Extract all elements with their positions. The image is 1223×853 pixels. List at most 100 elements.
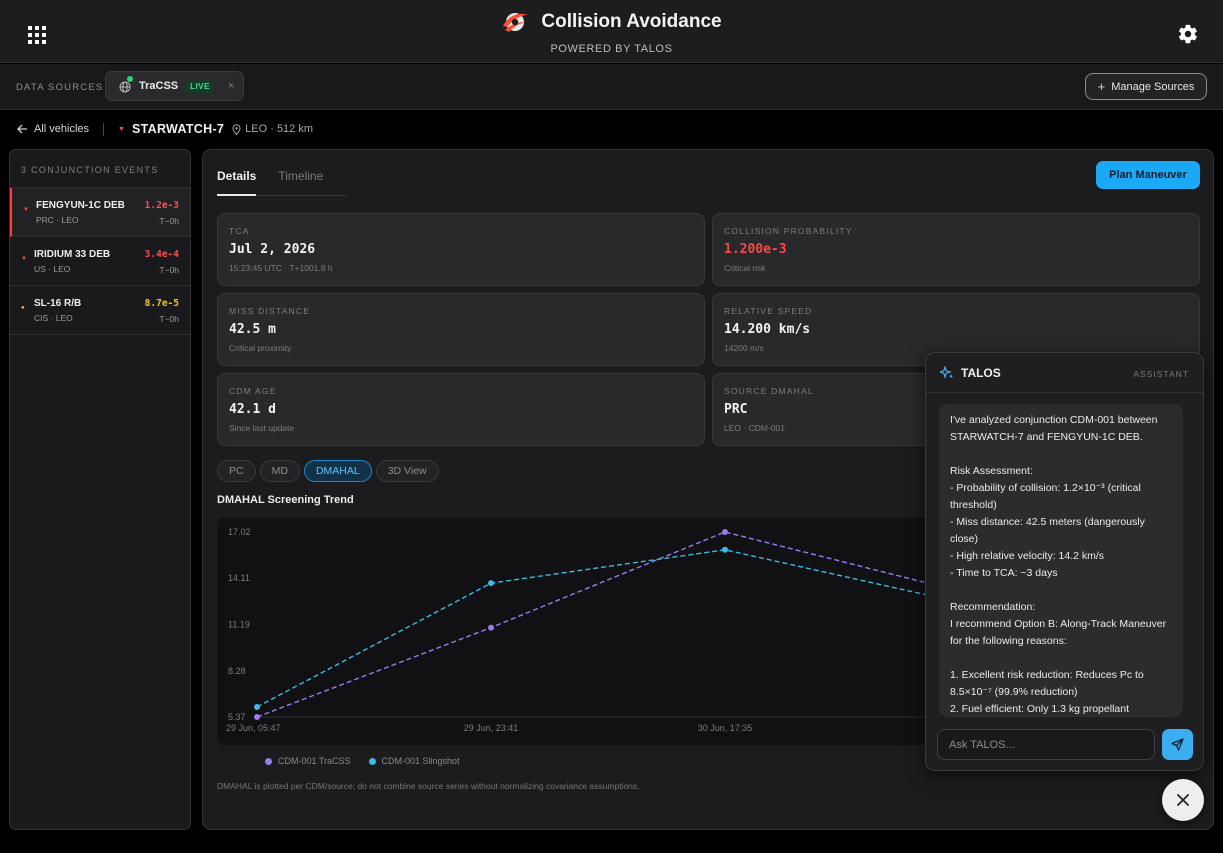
- y-tick-label: 14.11: [228, 573, 250, 583]
- close-assistant-button[interactable]: [1162, 779, 1204, 821]
- event-time: T−0h: [159, 265, 179, 275]
- arrow-left-icon: [17, 124, 27, 134]
- pill-dmahal[interactable]: DMAHAL: [303, 460, 372, 482]
- data-point[interactable]: [488, 624, 494, 631]
- miss-sub: Critical proximity: [229, 343, 292, 353]
- conjunction-events-panel: 3 CONJUNCTION EVENTS ▼ FENGYUN-1C DEB PRC …: [9, 149, 191, 830]
- miss-label: MISS DISTANCE: [229, 306, 311, 316]
- send-icon: [1171, 738, 1184, 751]
- source-name: TraCSS: [139, 80, 179, 92]
- series-line-1: [256, 549, 960, 708]
- chart-legend: CDM-001 TraCSS CDM-001 Slingshot: [265, 756, 460, 766]
- tab-bar: Details Timeline: [217, 169, 347, 196]
- location-pin-icon: [232, 123, 241, 135]
- conjunction-event-item[interactable]: ▼ IRIDIUM 33 DEB US · LEO 3.4e-4 T−0h: [10, 237, 190, 286]
- ask-talos-input[interactable]: [937, 729, 1155, 760]
- plan-maneuver-button[interactable]: Plan Maneuver: [1096, 161, 1200, 189]
- conjunction-event-item[interactable]: ▼ FENGYUN-1C DEB PRC · LEO 1.2e-3 T−0h: [10, 188, 190, 237]
- manage-sources-label: Manage Sources: [1111, 80, 1195, 93]
- data-point[interactable]: [722, 529, 728, 535]
- close-icon[interactable]: ×: [228, 80, 234, 92]
- vehicle-name: STARWATCH-7: [131, 122, 225, 136]
- talos-name: TALOS: [961, 365, 1001, 380]
- data-point[interactable]: [722, 546, 728, 553]
- data-point[interactable]: [488, 580, 494, 587]
- source-chip-tracss[interactable]: TraCSS LIVE ×: [105, 71, 244, 101]
- legend-label: CDM-001 TraCSS: [278, 756, 351, 766]
- divider: [103, 122, 105, 136]
- data-point[interactable]: [254, 703, 260, 710]
- live-status-dot: [127, 76, 133, 82]
- events-heading: 3 CONJUNCTION EVENTS: [10, 150, 190, 188]
- tca-label: TCA: [229, 226, 250, 236]
- tab-details[interactable]: Details: [217, 169, 257, 196]
- risk-marker-icon: ●: [21, 305, 25, 311]
- pill-pc[interactable]: PC: [217, 460, 256, 482]
- data-sources-bar: DATA SOURCES TraCSS LIVE × + Manage Sour…: [0, 64, 1223, 110]
- age-value: 42.1 d: [229, 402, 276, 417]
- talos-role: ASSISTANT: [1133, 369, 1189, 379]
- alert-triangle-icon: ▼: [118, 125, 125, 133]
- risk-marker-icon: ▼: [23, 207, 29, 213]
- pc-sub: Critical risk: [724, 263, 766, 273]
- data-point[interactable]: [254, 714, 260, 720]
- orbit-info: LEO · 512 km: [232, 123, 313, 135]
- gear-icon[interactable]: [1177, 23, 1199, 45]
- tab-timeline[interactable]: Timeline: [278, 169, 323, 196]
- brand: Collision Avoidance POWERED BY TALOS: [0, 10, 1223, 55]
- pc-label: COLLISION PROBABILITY: [724, 226, 853, 236]
- y-tick-label: 17.02: [228, 527, 251, 537]
- talos-assistant-panel: TALOS ASSISTANT I've analyzed conjunctio…: [925, 352, 1204, 771]
- y-tick-label: 5.37: [228, 712, 246, 722]
- talos-header: TALOS ASSISTANT: [926, 353, 1203, 393]
- event-pc: 3.4e-4: [144, 249, 179, 260]
- sparkle-icon: [940, 365, 954, 379]
- app-title: Collision Avoidance: [541, 11, 722, 32]
- event-sub: PRC · LEO: [36, 215, 79, 225]
- chart-title: DMAHAL Screening Trend: [217, 494, 354, 506]
- y-tick-label: 8.28: [228, 666, 246, 676]
- send-button[interactable]: [1162, 729, 1193, 760]
- age-label: CDM AGE: [229, 386, 277, 396]
- vehicle-bar: All vehicles ▼ STARWATCH-7 LEO · 512 km: [0, 117, 1223, 141]
- plus-icon: +: [1097, 79, 1106, 94]
- tca-value: Jul 2, 2026: [229, 242, 316, 257]
- conjunction-event-item[interactable]: ● SL-16 R/B CIS · LEO 8.7e-5 T−0h: [10, 286, 190, 335]
- series-line-0: [256, 531, 960, 718]
- app-subtitle: POWERED BY TALOS: [550, 43, 673, 55]
- all-vehicles-label: All vehicles: [34, 123, 90, 135]
- event-sub: US · LEO: [34, 264, 71, 274]
- x-tick-label: 29 Jun, 23:41: [464, 723, 519, 733]
- x-tick-label: 29 Jun, 05:47: [226, 723, 281, 733]
- events-list: ▼ FENGYUN-1C DEB PRC · LEO 1.2e-3 T−0h ▼ IRIDI…: [10, 188, 190, 335]
- pc-value: 1.200e-3: [724, 242, 787, 257]
- app-header: Collision Avoidance POWERED BY TALOS: [0, 0, 1223, 63]
- orbit-label: LEO · 512 km: [245, 123, 314, 135]
- manage-sources-button[interactable]: + Manage Sources: [1085, 73, 1207, 100]
- speed-label: RELATIVE SPEED: [724, 306, 813, 316]
- event-time: T−0h: [159, 216, 179, 226]
- cdm-age-card: CDM AGE 42.1 d Since last update: [217, 373, 705, 446]
- risk-marker-icon: ▼: [21, 256, 27, 262]
- tca-sub: 15:23:45 UTC · T+1001.8 h: [229, 263, 333, 273]
- legend-swatch: [265, 757, 272, 765]
- miss-distance-card: MISS DISTANCE 42.5 m Critical proximity: [217, 293, 705, 366]
- pill-md[interactable]: MD: [259, 460, 300, 482]
- data-sources-label: DATA SOURCES: [16, 82, 104, 93]
- x-tick-label: 30 Jun, 17:35: [698, 723, 753, 733]
- collision-probability-card: COLLISION PROBABILITY 1.200e-3 Critical …: [712, 213, 1200, 286]
- legend-item-slingshot: CDM-001 Slingshot: [368, 756, 460, 766]
- legend-swatch: [368, 757, 376, 765]
- logo-icon: [503, 13, 529, 32]
- age-sub: Since last update: [229, 423, 295, 433]
- pill-3d-view[interactable]: 3D View: [375, 460, 439, 482]
- live-badge: LIVE: [186, 79, 214, 93]
- assistant-message: I've analyzed conjunction CDM-001 betwee…: [939, 404, 1183, 717]
- y-tick-label: 11.19: [228, 620, 250, 630]
- event-time: T−0h: [159, 314, 179, 324]
- all-vehicles-link[interactable]: All vehicles: [17, 123, 89, 135]
- globe-icon: [119, 76, 133, 93]
- event-sub: CIS · LEO: [34, 313, 73, 323]
- miss-value: 42.5 m: [229, 322, 276, 337]
- speed-value: 14.200 km/s: [724, 322, 811, 337]
